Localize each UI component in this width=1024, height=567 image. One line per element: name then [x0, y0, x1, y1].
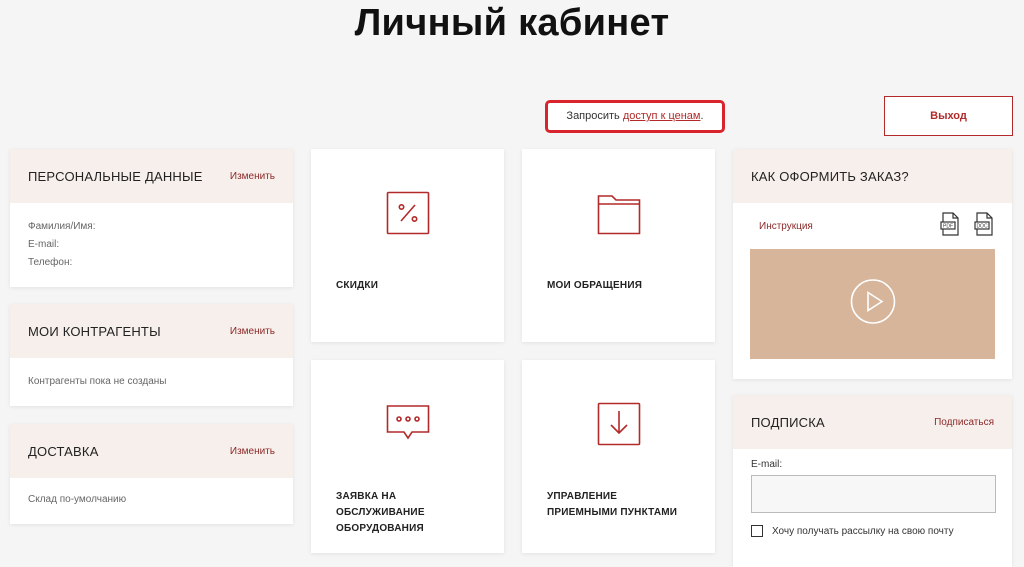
- newsletter-checkbox-label: Хочу получать рассылку на свою почту: [772, 525, 954, 537]
- how-to-order-header: КАК ОФОРМИТЬ ЗАКАЗ?: [733, 149, 1012, 203]
- instruction-link[interactable]: Инструкция: [759, 221, 813, 232]
- personal-data-title: ПЕРСОНАЛЬНЫЕ ДАННЫЕ: [28, 168, 203, 184]
- contractors-title: МОИ КОНТРАГЕНТЫ: [28, 323, 161, 339]
- delivery-card: ДОСТАВКА Изменить Склад по-умолчанию: [10, 424, 293, 524]
- contractors-edit-link[interactable]: Изменить: [230, 326, 275, 337]
- video-player[interactable]: [750, 249, 995, 359]
- subscription-header: ПОДПИСКА Подписаться: [733, 395, 1012, 449]
- page-title: Личный кабинет: [354, 2, 670, 44]
- file-icons: PDF DOC: [940, 211, 994, 241]
- personal-edit-link[interactable]: Изменить: [230, 171, 275, 182]
- price-access-link[interactable]: доступ к ценам: [623, 110, 701, 122]
- play-icon[interactable]: [850, 279, 896, 330]
- personal-data-body: Фамилия/Имя: E-mail: Телефон:: [10, 203, 293, 286]
- download-box-icon: [597, 402, 641, 451]
- folder-icon: [597, 191, 641, 240]
- pickup-points-line-1: УПРАВЛЕНИЕ: [547, 491, 618, 502]
- request-text: Запросить: [566, 110, 623, 122]
- default-warehouse-text: Склад по-умолчанию: [28, 494, 127, 505]
- percent-icon: [386, 191, 430, 240]
- delivery-header: ДОСТАВКА Изменить: [10, 424, 293, 478]
- discounts-label: СКИДКИ: [336, 280, 379, 291]
- contractors-card: МОИ КОНТРАГЕНТЫ Изменить Контрагенты пок…: [10, 304, 293, 406]
- name-field-label: Фамилия/Имя:: [28, 221, 96, 232]
- how-to-order-card: КАК ОФОРМИТЬ ЗАКАЗ? Инструкция PDF DOC: [733, 149, 1012, 379]
- how-to-order-title: КАК ОФОРМИТЬ ЗАКАЗ?: [751, 168, 909, 184]
- personal-data-card: ПЕРСОНАЛЬНЫЕ ДАННЫЕ Изменить Фамилия/Имя…: [10, 149, 293, 287]
- request-end: .: [700, 110, 704, 122]
- service-request-tile[interactable]: ЗАЯВКА НА ОБСЛУЖИВАНИЕ ОБОРУДОВАНИЯ: [311, 360, 504, 553]
- newsletter-checkbox[interactable]: [751, 525, 763, 537]
- delivery-title: ДОСТАВКА: [28, 443, 99, 459]
- pickup-points-line-2: ПРИЕМНЫМИ ПУНКТАМИ: [547, 507, 678, 518]
- service-request-label: ЗАЯВКА НА ОБСЛУЖИВАНИЕ ОБОРУДОВАНИЯ: [336, 489, 425, 537]
- phone-field-label: Телефон:: [28, 257, 73, 268]
- subscription-title: ПОДПИСКА: [751, 414, 825, 430]
- personal-data-header: ПЕРСОНАЛЬНЫЕ ДАННЫЕ Изменить: [10, 149, 293, 203]
- service-request-line-1: ЗАЯВКА НА: [336, 491, 397, 502]
- subscription-card: ПОДПИСКА Подписаться E-mail: Хочу получа…: [733, 395, 1012, 567]
- doc-file-icon-label: DOC: [976, 223, 988, 229]
- contractors-header: МОИ КОНТРАГЕНТЫ Изменить: [10, 304, 293, 358]
- chat-bubble-icon: [386, 404, 430, 449]
- my-requests-tile[interactable]: МОИ ОБРАЩЕНИЯ: [522, 149, 715, 342]
- pickup-points-label: УПРАВЛЕНИЕ ПРИЕМНЫМИ ПУНКТАМИ: [547, 489, 677, 521]
- my-requests-label: МОИ ОБРАЩЕНИЯ: [547, 280, 643, 291]
- doc-file-icon[interactable]: DOC: [974, 211, 994, 241]
- pdf-file-icon[interactable]: PDF: [940, 211, 960, 241]
- newsletter-option: Хочу получать рассылку на свою почту: [733, 513, 1012, 537]
- request-price-access: Запросить доступ к ценам.: [545, 100, 725, 133]
- service-request-line-3: ОБОРУДОВАНИЯ: [336, 523, 424, 534]
- subscribe-link[interactable]: Подписаться: [934, 417, 994, 428]
- instruction-row: Инструкция PDF DOC: [733, 203, 1012, 249]
- subscription-email-label: E-mail:: [751, 459, 783, 470]
- pdf-file-icon-label: PDF: [943, 223, 953, 229]
- pickup-points-tile[interactable]: УПРАВЛЕНИЕ ПРИЕМНЫМИ ПУНКТАМИ: [522, 360, 715, 553]
- subscription-email-input[interactable]: [751, 475, 996, 513]
- discounts-tile[interactable]: СКИДКИ: [311, 149, 504, 342]
- delivery-edit-link[interactable]: Изменить: [230, 446, 275, 457]
- logout-button[interactable]: Выход: [884, 96, 1013, 136]
- contractors-body: Контрагенты пока не созданы: [10, 358, 293, 405]
- email-field-label: E-mail:: [28, 239, 60, 250]
- delivery-body: Склад по-умолчанию: [10, 478, 293, 523]
- service-request-line-2: ОБСЛУЖИВАНИЕ: [336, 507, 425, 518]
- contractors-empty-text: Контрагенты пока не созданы: [28, 376, 167, 387]
